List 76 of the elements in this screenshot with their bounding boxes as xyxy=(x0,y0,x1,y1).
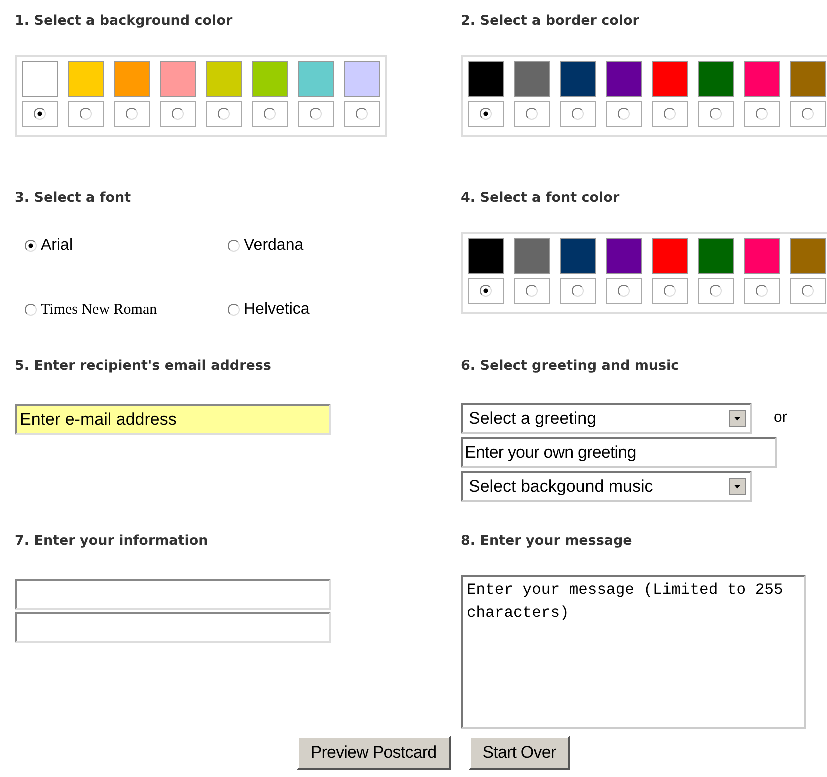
font-option-label: Verdana xyxy=(244,236,304,256)
radio-button[interactable] xyxy=(172,108,184,120)
color-swatch[interactable] xyxy=(606,61,642,97)
dropdown[interactable]: Select backgound music xyxy=(461,471,752,502)
color-swatch[interactable] xyxy=(698,238,734,274)
color-swatch[interactable] xyxy=(344,61,380,97)
input-field[interactable] xyxy=(15,612,331,643)
color-swatch[interactable] xyxy=(206,61,242,97)
radio-button[interactable] xyxy=(526,285,538,297)
radio-button[interactable] xyxy=(126,108,138,120)
radio-button[interactable] xyxy=(618,108,630,120)
radio-button[interactable] xyxy=(480,108,492,120)
section-heading: 2. Select a border color xyxy=(461,12,640,31)
form-button[interactable]: Preview Postcard xyxy=(296,736,451,770)
radio-button[interactable] xyxy=(264,108,276,120)
color-swatch[interactable] xyxy=(744,61,780,97)
section-heading: 4. Select a font color xyxy=(461,189,620,208)
font-option-label: Helvetica xyxy=(244,300,310,320)
section-heading: 5. Enter recipient's email address xyxy=(15,357,272,376)
section-heading: 6. Select greeting and music xyxy=(461,357,680,376)
color-swatch[interactable] xyxy=(652,61,688,97)
color-swatch[interactable] xyxy=(560,238,596,274)
section-heading: 1. Select a background color xyxy=(15,12,233,31)
section-heading: 8. Enter your message xyxy=(461,532,632,551)
caret-icon[interactable] xyxy=(729,478,746,495)
color-swatch[interactable] xyxy=(160,61,196,97)
font-option-label: Times New Roman xyxy=(41,300,158,320)
color-swatch[interactable] xyxy=(698,61,734,97)
radio-button[interactable] xyxy=(80,108,92,120)
radio-button[interactable] xyxy=(710,285,722,297)
radio-button[interactable] xyxy=(310,108,322,120)
radio-button[interactable] xyxy=(526,108,538,120)
color-swatch[interactable] xyxy=(114,61,150,97)
color-swatch[interactable] xyxy=(298,61,334,97)
color-swatch[interactable] xyxy=(560,61,596,97)
color-swatch[interactable] xyxy=(744,238,780,274)
radio-button[interactable] xyxy=(25,304,37,316)
form-button[interactable]: Start Over xyxy=(468,736,570,770)
radio-button[interactable] xyxy=(480,285,492,297)
color-swatch[interactable] xyxy=(468,238,504,274)
radio-button[interactable] xyxy=(802,108,814,120)
radio-button[interactable] xyxy=(572,108,584,120)
color-swatch[interactable] xyxy=(790,238,826,274)
radio-button[interactable] xyxy=(34,108,46,120)
color-swatch[interactable] xyxy=(606,238,642,274)
font-option-label: Arial xyxy=(41,236,74,256)
message-box[interactable]: Enter your message (Limited to 255 characters) xyxy=(461,575,806,729)
color-swatch[interactable] xyxy=(514,238,550,274)
radio-button[interactable] xyxy=(228,240,240,252)
input-field[interactable]: Enter your own greeting xyxy=(461,437,777,468)
dropdown[interactable]: Select a greeting xyxy=(461,403,752,434)
color-swatch[interactable] xyxy=(514,61,550,97)
radio-button[interactable] xyxy=(710,108,722,120)
input-field[interactable] xyxy=(15,579,331,610)
caret-icon[interactable] xyxy=(729,410,746,427)
radio-button[interactable] xyxy=(756,108,768,120)
radio-button[interactable] xyxy=(228,304,240,316)
radio-button[interactable] xyxy=(572,285,584,297)
radio-button[interactable] xyxy=(756,285,768,297)
radio-button[interactable] xyxy=(218,108,230,120)
section-heading: 7. Enter your information xyxy=(15,532,208,551)
color-swatch[interactable] xyxy=(468,61,504,97)
radio-button[interactable] xyxy=(25,240,37,252)
color-swatch[interactable] xyxy=(68,61,104,97)
radio-button[interactable] xyxy=(802,285,814,297)
input-field[interactable]: Enter e-mail address xyxy=(15,404,331,435)
radio-button[interactable] xyxy=(664,285,676,297)
color-swatch[interactable] xyxy=(22,61,58,97)
or-label: or xyxy=(774,408,788,428)
radio-button[interactable] xyxy=(618,285,630,297)
radio-button[interactable] xyxy=(356,108,368,120)
color-swatch[interactable] xyxy=(252,61,288,97)
color-swatch[interactable] xyxy=(790,61,826,97)
section-heading: 3. Select a font xyxy=(15,189,132,208)
radio-button[interactable] xyxy=(664,108,676,120)
color-swatch[interactable] xyxy=(652,238,688,274)
